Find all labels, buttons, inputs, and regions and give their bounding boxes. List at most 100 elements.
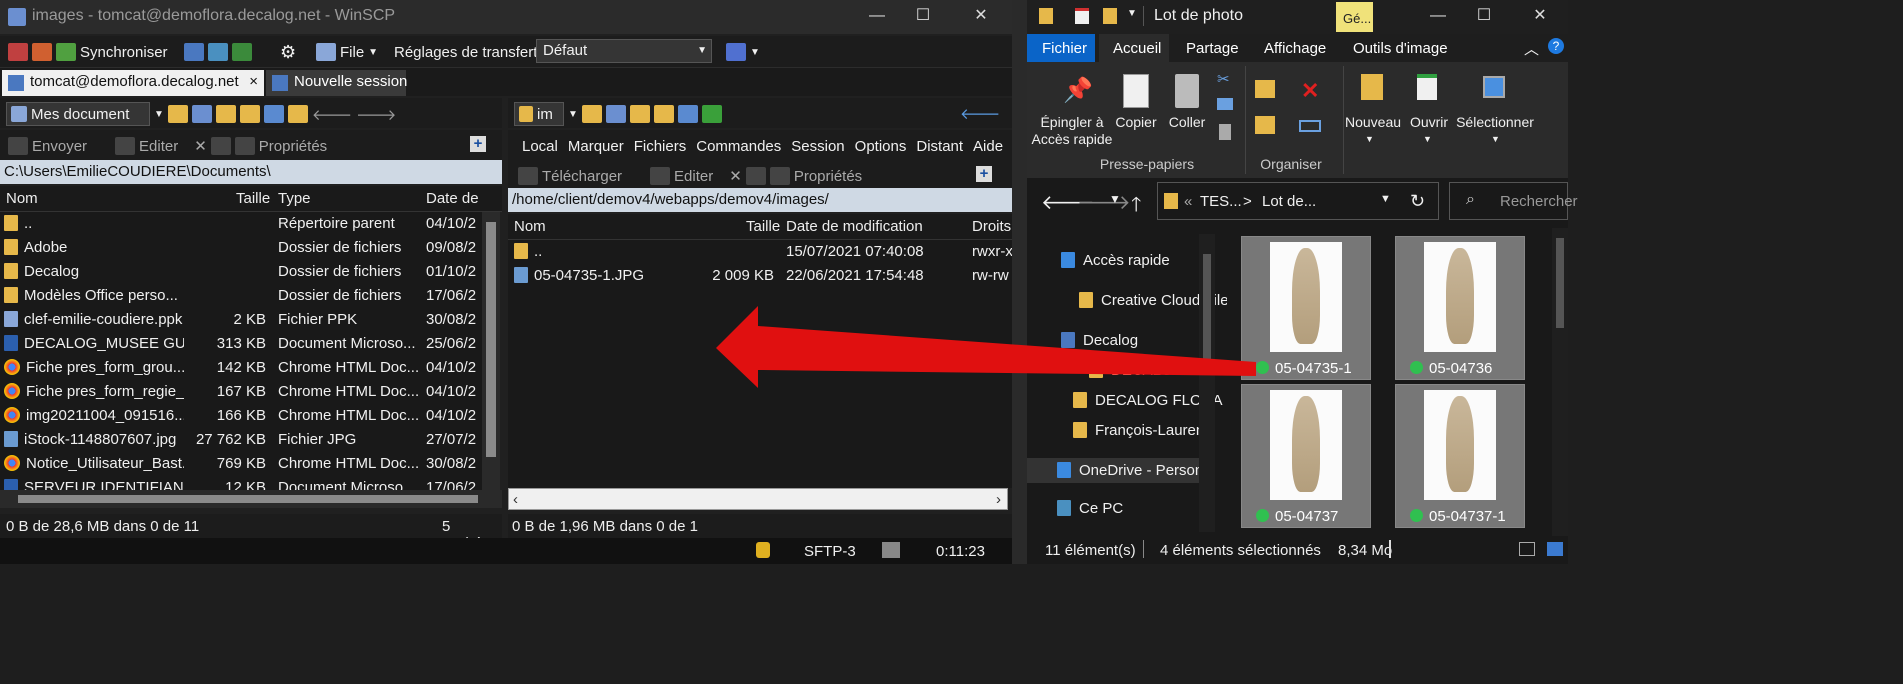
col-size[interactable]: Taille: [746, 218, 780, 235]
close-window-button[interactable]: ✕: [1517, 0, 1563, 34]
thumbnail-item[interactable]: 05-04735-1: [1241, 236, 1371, 380]
details-view-icon[interactable]: [1519, 542, 1535, 556]
menu-item-commandes[interactable]: Commandes: [696, 138, 781, 155]
table-row[interactable]: 05-04735-1.JPG 2 009 KB 22/06/2021 17:54:4…: [508, 264, 1012, 288]
paste-shortcut-icon[interactable]: [1219, 124, 1231, 140]
properties-button[interactable]: Propriétés: [794, 168, 862, 185]
back-arrow-icon[interactable]: 🡐: [960, 104, 1000, 123]
tab-share[interactable]: Partage: [1186, 40, 1239, 57]
move-to-icon[interactable]: [1255, 80, 1275, 98]
close-tab-icon[interactable]: ×: [249, 73, 258, 90]
tab-picture-tools[interactable]: Outils d'image: [1353, 40, 1448, 57]
scroll-left-icon[interactable]: ‹: [513, 491, 518, 508]
chevron-down-icon[interactable]: ▼: [368, 47, 378, 58]
context-tab[interactable]: Gé...: [1336, 2, 1373, 32]
table-row[interactable]: Notice_Utilisateur_Bast... 769 KB Chrome H…: [0, 452, 482, 476]
minimize-button[interactable]: —: [1415, 0, 1461, 34]
check-icon[interactable]: [1410, 509, 1423, 522]
menu-item-fichiers[interactable]: Fichiers: [634, 138, 687, 155]
content-scrollbar[interactable]: [1552, 228, 1568, 536]
address-bar[interactable]: « TES... > Lot de... ▼ ↻: [1157, 182, 1439, 220]
thumbnails-view-icon[interactable]: [1547, 542, 1563, 556]
table-row[interactable]: img20211004_091516... 166 KB Chrome HTML D…: [0, 404, 482, 428]
menu-item-marquer[interactable]: Marquer: [568, 138, 624, 155]
menu-item-distant[interactable]: Distant: [916, 138, 963, 155]
pin-quick-access-button[interactable]: Épingler à Accès rapide: [1031, 114, 1113, 148]
filter-icon[interactable]: [605, 105, 626, 123]
col-type[interactable]: Type: [278, 190, 311, 207]
properties-button[interactable]: Propriétés: [259, 138, 327, 155]
console-icon[interactable]: [184, 43, 204, 61]
edit-button[interactable]: Editer: [674, 168, 713, 185]
parent-dir-icon[interactable]: [629, 105, 650, 123]
close-window-button[interactable]: ✕: [958, 0, 1004, 34]
maximize-button[interactable]: ☐: [900, 0, 946, 34]
nav-item[interactable]: Accès rapide: [1061, 252, 1170, 269]
col-name[interactable]: Nom: [514, 218, 546, 235]
refresh-icon[interactable]: [701, 105, 722, 123]
transfer-preset-select[interactable]: Défaut ▼: [536, 39, 712, 63]
download-button[interactable]: Télécharger: [542, 168, 622, 185]
table-row[interactable]: .. 15/07/2021 07:40:08 rwxr-x: [508, 240, 1012, 264]
menu-item-session[interactable]: Session: [791, 138, 844, 155]
col-date[interactable]: Date de: [426, 190, 479, 207]
table-row[interactable]: Fiche pres_form_regie_... 167 KB Chrome HT…: [0, 380, 482, 404]
new-folder-icon[interactable]: [1103, 8, 1117, 24]
col-date[interactable]: Date de modification: [786, 218, 923, 235]
forward-arrow-icon[interactable]: 🡒: [1077, 190, 1131, 215]
chevron-down-icon[interactable]: ▼: [1127, 8, 1137, 19]
chevron-down-icon[interactable]: ▼: [1423, 134, 1432, 144]
new-item-icon[interactable]: +: [976, 166, 992, 182]
copy-button[interactable]: Copier: [1115, 114, 1157, 131]
filter-icon[interactable]: [191, 105, 212, 123]
delete-icon[interactable]: ✕: [194, 137, 207, 155]
select-button[interactable]: Sélectionner: [1455, 114, 1535, 131]
root-dir-icon[interactable]: [239, 105, 260, 123]
sync-browse-icon[interactable]: [32, 43, 52, 61]
nav-item[interactable]: Ce PC: [1057, 500, 1123, 517]
table-row[interactable]: .. Répertoire parent 04/10/2: [0, 212, 482, 236]
new-item-icon[interactable]: +: [470, 136, 486, 152]
menu-item-aide[interactable]: Aide: [973, 138, 1003, 155]
thumbnail-item[interactable]: 05-04737: [1241, 384, 1371, 528]
open-button[interactable]: Ouvrir: [1407, 114, 1451, 131]
help-icon[interactable]: ?: [1548, 38, 1564, 54]
chevron-down-icon[interactable]: ▼: [750, 47, 760, 58]
menu-item-local[interactable]: Local: [522, 138, 558, 155]
table-row[interactable]: SERVEUR IDENTIFIAN... 12 KB Document Micro…: [0, 476, 482, 490]
parent-dir-icon[interactable]: [215, 105, 236, 123]
tab-new-session[interactable]: Nouvelle session: [266, 70, 407, 96]
properties-icon[interactable]: [1075, 8, 1089, 24]
table-row[interactable]: Adobe Dossier de fichiers 09/08/2: [0, 236, 482, 260]
minimize-button[interactable]: —: [854, 0, 900, 34]
tree-icon[interactable]: [287, 105, 308, 123]
scroll-thumb[interactable]: [18, 495, 478, 503]
right-drive-select[interactable]: im: [514, 102, 564, 126]
rename-icon[interactable]: [745, 167, 766, 185]
breadcrumb-item[interactable]: TES...: [1200, 193, 1242, 210]
transfer-options-icon[interactable]: [726, 43, 746, 61]
open-folder-icon[interactable]: [581, 105, 602, 123]
scroll-thumb[interactable]: [486, 222, 496, 457]
gear-icon[interactable]: ⚙: [280, 42, 296, 63]
table-row[interactable]: Fiche pres_form_grou... 142 KB Chrome HTML…: [0, 356, 482, 380]
compare-icon[interactable]: [8, 43, 28, 61]
table-row[interactable]: Modèles Office perso... Dossier de fichie…: [0, 284, 482, 308]
check-icon[interactable]: [1256, 509, 1269, 522]
tab-home[interactable]: Accueil: [1113, 40, 1161, 57]
chevron-down-icon[interactable]: ▼: [1365, 134, 1374, 144]
thumbnail-item[interactable]: 05-04736: [1395, 236, 1525, 380]
col-name[interactable]: Nom: [6, 190, 38, 207]
rename-icon[interactable]: [210, 137, 231, 155]
table-row[interactable]: Decalog Dossier de fichiers 01/10/2: [0, 260, 482, 284]
left-vertical-scrollbar[interactable]: [482, 212, 500, 490]
scroll-thumb[interactable]: [1556, 238, 1564, 328]
right-path-bar[interactable]: /home/client/demov4/webapps/demov4/image…: [508, 188, 1012, 212]
tab-file[interactable]: Fichier: [1042, 40, 1087, 57]
edit-button[interactable]: Editer: [139, 138, 178, 155]
right-horizontal-scrollbar[interactable]: ‹ ›: [508, 488, 1008, 510]
nav-item[interactable]: OneDrive - Person: [1027, 458, 1203, 483]
table-row[interactable]: iStock-1148807607.jpg 27 762 KB Fichier JP…: [0, 428, 482, 452]
col-size[interactable]: Taille: [236, 190, 270, 207]
tab-session-tomcat[interactable]: tomcat@demoflora.decalog.net ×: [2, 70, 264, 96]
